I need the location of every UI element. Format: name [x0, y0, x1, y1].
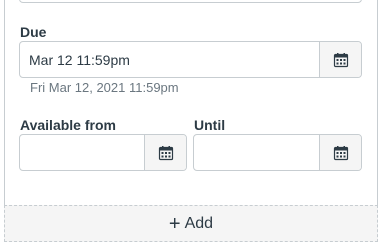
- due-date-input[interactable]: [20, 42, 319, 77]
- available-from-label: Available from: [20, 117, 116, 133]
- available-from-calendar-button[interactable]: [144, 135, 186, 170]
- until-label: Until: [194, 117, 226, 133]
- available-from-input[interactable]: [20, 135, 144, 170]
- add-button[interactable]: + Add: [4, 205, 378, 242]
- add-button-label: Add: [184, 214, 214, 232]
- calendar-icon: [333, 52, 348, 67]
- calendar-icon: [158, 145, 173, 160]
- due-date-hint: Fri Mar 12, 2021 11:59pm: [30, 80, 179, 95]
- previous-input-field[interactable]: [19, 0, 362, 3]
- calendar-icon: [333, 145, 348, 160]
- assign-card: [4, 0, 378, 206]
- plus-icon: +: [168, 212, 181, 235]
- due-date-group: [19, 41, 362, 78]
- until-date-group: [193, 134, 362, 171]
- due-calendar-button[interactable]: [319, 42, 361, 77]
- until-calendar-button[interactable]: [319, 135, 361, 170]
- until-input[interactable]: [194, 135, 319, 170]
- due-label: Due: [20, 24, 47, 40]
- available-from-date-group: [19, 134, 187, 171]
